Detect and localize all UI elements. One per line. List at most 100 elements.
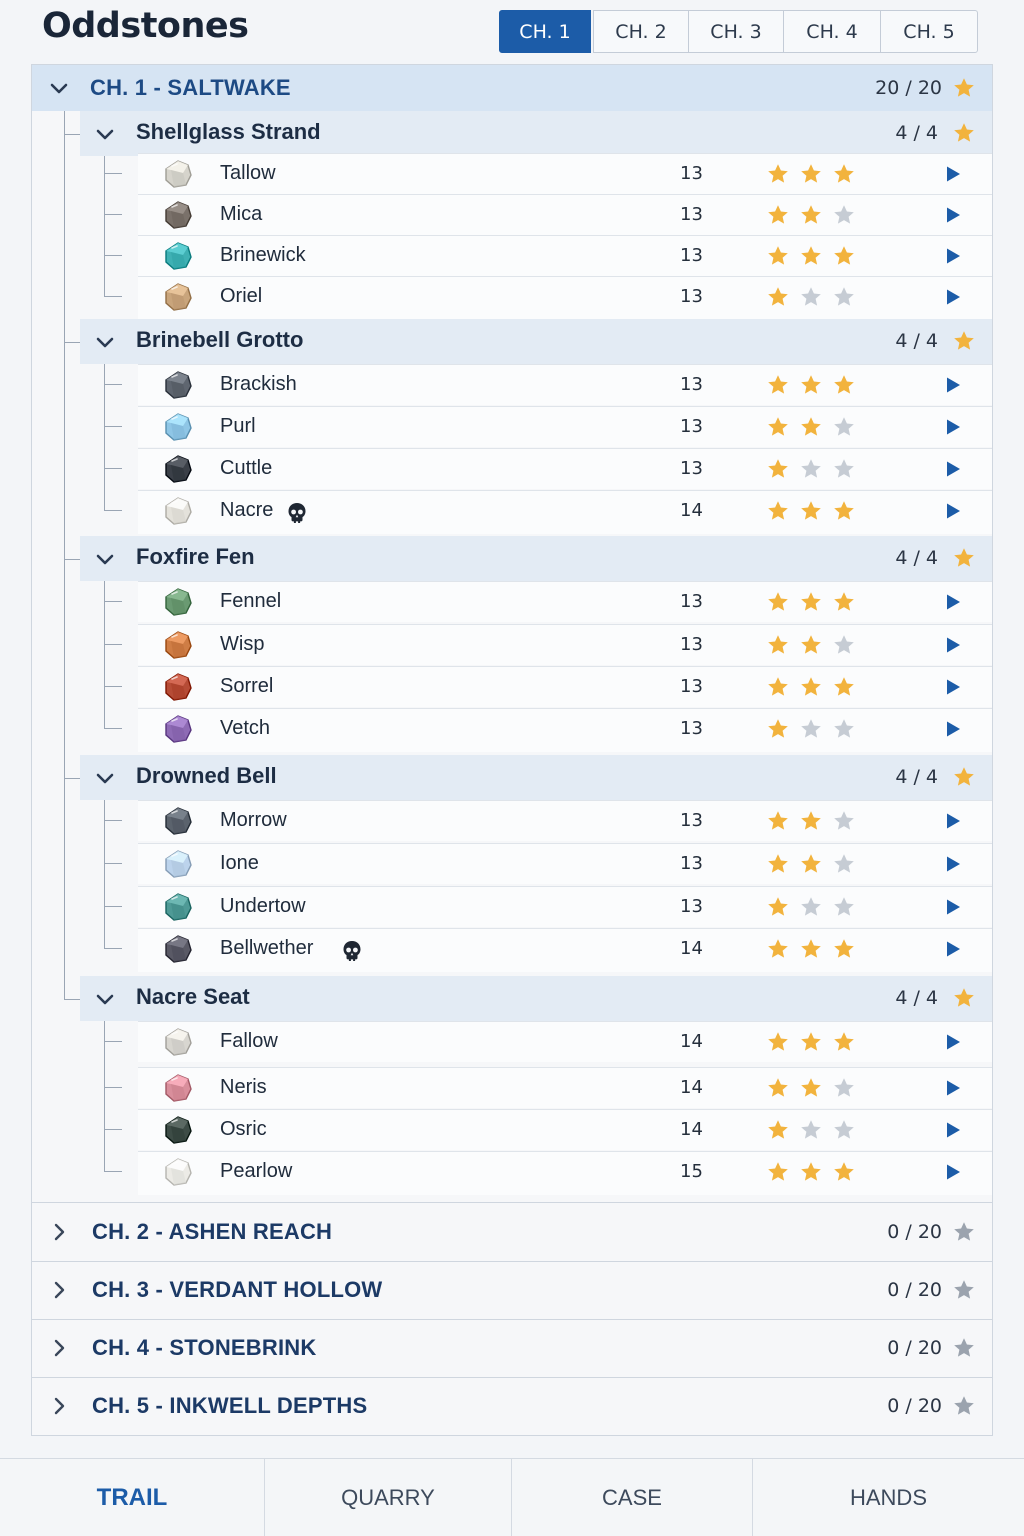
chapter-header-ch3[interactable]: CH. 3 - VERDANT HOLLOW 0 / 20 bbox=[32, 1261, 992, 1319]
stone-row[interactable]: Osric 14 bbox=[138, 1109, 992, 1150]
play-icon[interactable] bbox=[944, 418, 962, 436]
stone-name: Cuttle bbox=[220, 457, 273, 479]
section-progress: 4 / 4 bbox=[895, 122, 938, 144]
star-filled-icon bbox=[768, 719, 788, 738]
stone-icon bbox=[165, 1074, 192, 1102]
tree-branch bbox=[104, 728, 122, 729]
stone-row[interactable]: Bellwether 14 bbox=[138, 928, 992, 972]
tab-ch-4[interactable]: CH. 4 bbox=[783, 10, 881, 53]
star-filled-icon bbox=[801, 1032, 821, 1051]
stone-row[interactable]: Tallow 13 bbox=[138, 153, 992, 194]
nav-trail[interactable]: TRAIL bbox=[0, 1459, 265, 1536]
star-rating bbox=[766, 285, 856, 309]
stone-row[interactable]: Ione 13 bbox=[138, 843, 992, 884]
stone-row[interactable]: Cuttle 13 bbox=[138, 448, 992, 489]
play-icon[interactable] bbox=[944, 678, 962, 696]
tree-branch bbox=[104, 468, 122, 469]
stone-row[interactable]: Mica 13 bbox=[138, 194, 992, 235]
stone-value: 15 bbox=[680, 1161, 703, 1182]
chapter-header-ch2[interactable]: CH. 2 - ASHEN REACH 0 / 20 bbox=[32, 1203, 992, 1261]
star-icon bbox=[954, 1280, 974, 1299]
play-icon[interactable] bbox=[944, 460, 962, 478]
chevron-right-icon[interactable] bbox=[48, 1395, 70, 1417]
play-icon[interactable] bbox=[944, 165, 962, 183]
chapter-progress: 0 / 20 bbox=[887, 1395, 942, 1417]
stone-row[interactable]: Undertow 13 bbox=[138, 886, 992, 927]
stone-row[interactable]: Morrow 13 bbox=[138, 800, 992, 841]
chevron-down-icon[interactable] bbox=[94, 767, 116, 789]
tab-ch-2[interactable]: CH. 2 bbox=[593, 10, 689, 53]
play-icon[interactable] bbox=[944, 376, 962, 394]
section-header[interactable]: Brinebell Grotto 4 / 4 bbox=[80, 319, 992, 364]
section-header[interactable]: Drowned Bell 4 / 4 bbox=[80, 755, 992, 800]
chapter-title: CH. 4 - STONEBRINK bbox=[92, 1335, 317, 1360]
section-title: Brinebell Grotto bbox=[136, 327, 304, 352]
stone-row[interactable]: Fennel 13 bbox=[138, 581, 992, 622]
chevron-right-icon[interactable] bbox=[48, 1221, 70, 1243]
star-icon bbox=[954, 767, 974, 786]
tree-branch bbox=[104, 510, 122, 511]
section-header[interactable]: Nacre Seat 4 / 4 bbox=[80, 976, 992, 1021]
star-icon bbox=[954, 78, 974, 97]
play-icon[interactable] bbox=[944, 636, 962, 654]
stone-row[interactable]: Sorrel 13 bbox=[138, 666, 992, 707]
stone-row[interactable]: Brinewick 13 bbox=[138, 235, 992, 276]
stone-value: 13 bbox=[680, 810, 703, 831]
nav-hands[interactable]: HANDS bbox=[753, 1459, 1024, 1536]
section-header[interactable]: Shellglass Strand 4 / 4 bbox=[80, 111, 992, 156]
play-icon[interactable] bbox=[944, 247, 962, 265]
stone-row[interactable]: Nacre 14 bbox=[138, 490, 992, 534]
section-header[interactable]: Foxfire Fen 4 / 4 bbox=[80, 536, 992, 581]
star-rating bbox=[766, 1118, 856, 1142]
stone-row[interactable]: Oriel 13 bbox=[138, 276, 992, 320]
play-icon[interactable] bbox=[944, 288, 962, 306]
stone-row[interactable]: Vetch 13 bbox=[138, 708, 992, 752]
stone-value: 13 bbox=[680, 853, 703, 874]
stone-row[interactable]: Pearlow 15 bbox=[138, 1151, 992, 1195]
tab-ch-5[interactable]: CH. 5 bbox=[880, 10, 978, 53]
chapter-title: CH. 2 - ASHEN REACH bbox=[92, 1219, 333, 1244]
nav-quarry[interactable]: QUARRY bbox=[265, 1459, 512, 1536]
chevron-down-icon[interactable] bbox=[94, 988, 116, 1010]
chapter-header-ch5[interactable]: CH. 5 - INKWELL DEPTHS 0 / 20 bbox=[32, 1377, 992, 1435]
stone-row[interactable]: Purl 13 bbox=[138, 406, 992, 447]
nav-case[interactable]: CASE bbox=[512, 1459, 753, 1536]
play-icon[interactable] bbox=[944, 940, 962, 958]
star-rating bbox=[766, 852, 856, 876]
play-icon[interactable] bbox=[944, 812, 962, 830]
star-icon bbox=[954, 988, 974, 1007]
chevron-right-icon[interactable] bbox=[48, 1337, 70, 1359]
star-filled-icon bbox=[768, 417, 788, 436]
play-icon[interactable] bbox=[944, 1163, 962, 1181]
stone-row[interactable]: Wisp 13 bbox=[138, 624, 992, 665]
chevron-right-icon[interactable] bbox=[48, 1279, 70, 1301]
star-filled-icon bbox=[768, 375, 788, 394]
stone-icon bbox=[165, 673, 192, 701]
play-icon[interactable] bbox=[944, 1079, 962, 1097]
stone-row[interactable]: Fallow 14 bbox=[138, 1021, 992, 1062]
play-icon[interactable] bbox=[944, 206, 962, 224]
play-icon[interactable] bbox=[944, 898, 962, 916]
tab-ch-3[interactable]: CH. 3 bbox=[688, 10, 784, 53]
chevron-down-icon[interactable] bbox=[48, 77, 70, 99]
tab-ch-1[interactable]: CH. 1 bbox=[499, 10, 591, 53]
chevron-down-icon[interactable] bbox=[94, 331, 116, 353]
play-icon[interactable] bbox=[944, 1121, 962, 1139]
stone-row[interactable]: Brackish 13 bbox=[138, 364, 992, 405]
star-rating bbox=[766, 244, 856, 268]
play-icon[interactable] bbox=[944, 720, 962, 738]
chapter-header-ch1[interactable]: CH. 1 - SALTWAKE 20 / 20 bbox=[32, 65, 992, 111]
stone-value: 13 bbox=[680, 374, 703, 395]
play-icon[interactable] bbox=[944, 855, 962, 873]
chapter-progress: 0 / 20 bbox=[887, 1221, 942, 1243]
chapter-header-ch4[interactable]: CH. 4 - STONEBRINK 0 / 20 bbox=[32, 1319, 992, 1377]
stone-row[interactable]: Neris 14 bbox=[138, 1067, 992, 1108]
play-icon[interactable] bbox=[944, 1033, 962, 1051]
star-rating bbox=[766, 203, 856, 227]
chevron-down-icon[interactable] bbox=[94, 123, 116, 145]
star-filled-icon bbox=[801, 164, 821, 183]
play-icon[interactable] bbox=[944, 593, 962, 611]
play-icon[interactable] bbox=[944, 502, 962, 520]
chevron-down-icon[interactable] bbox=[94, 548, 116, 570]
star-icon bbox=[954, 1396, 974, 1415]
